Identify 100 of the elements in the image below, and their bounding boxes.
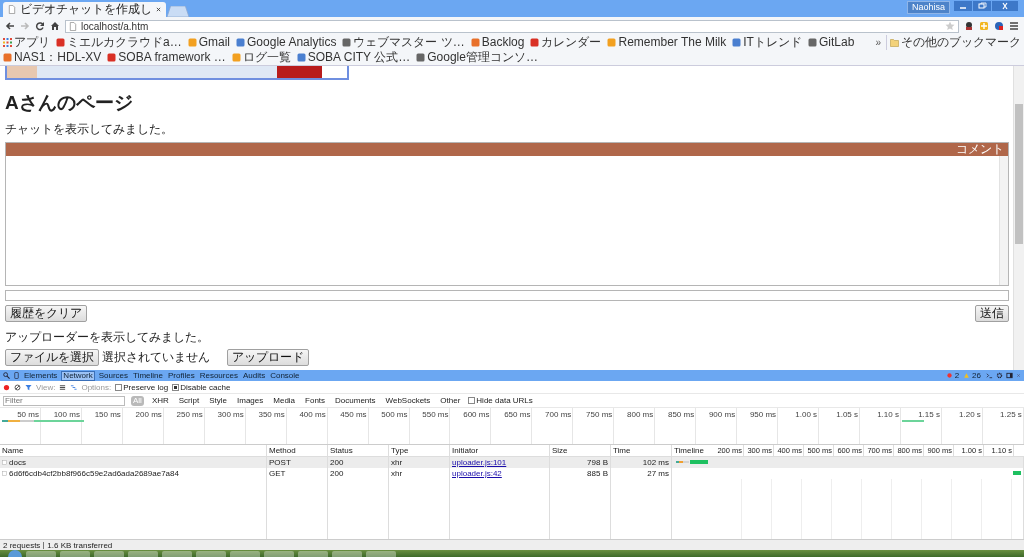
reload-icon[interactable] xyxy=(35,21,45,31)
profile-badge[interactable]: Naohisa xyxy=(906,1,950,14)
forward-icon[interactable] xyxy=(20,21,30,31)
bookmark[interactable]: Remember The Milk xyxy=(607,35,727,50)
dock-icon[interactable] xyxy=(1006,372,1013,379)
bookmark[interactable]: ITトレンド xyxy=(732,35,802,50)
option-checkbox[interactable]: Disable cache xyxy=(172,382,231,392)
bookmark[interactable]: Backlog xyxy=(470,35,525,50)
table-cell: xhr xyxy=(389,468,450,479)
console-prompt-icon[interactable] xyxy=(986,372,993,379)
column-header[interactable]: Timeline xyxy=(672,445,714,456)
address-field[interactable]: localhost/a.htm xyxy=(65,19,959,33)
favicon-icon xyxy=(470,38,480,47)
option-checkbox[interactable]: Preserve log xyxy=(115,382,169,392)
devtools-tab[interactable]: Elements xyxy=(23,370,59,381)
type-filter-button[interactable]: Script xyxy=(176,395,202,406)
warning-count[interactable]: 26 xyxy=(972,371,981,380)
type-filter-button[interactable]: Images xyxy=(235,395,266,406)
favicon-icon xyxy=(3,53,12,62)
clear-icon[interactable] xyxy=(14,383,21,391)
bookmark[interactable]: ログ一覧 xyxy=(231,50,291,65)
column-header[interactable]: Type xyxy=(389,445,450,456)
start-button[interactable] xyxy=(8,550,22,557)
initiator-link[interactable]: uploader.js:101 xyxy=(452,457,507,468)
hide-data-urls-checkbox[interactable]: Hide data URLs xyxy=(468,396,533,405)
browser-tab[interactable]: ビデオチャットを作成し xyxy=(3,2,166,17)
type-filter-button[interactable]: Other xyxy=(438,395,463,406)
home-icon[interactable] xyxy=(50,21,60,31)
more-bookmarks-button[interactable]: » xyxy=(870,35,886,50)
devtools-tab[interactable]: Network xyxy=(61,370,95,381)
clear-history-button[interactable]: 履歴をクリア xyxy=(5,305,87,322)
favicon-icon xyxy=(416,53,426,62)
devtools-tab[interactable]: Timeline xyxy=(132,370,164,381)
close-icon[interactable] xyxy=(992,0,1018,12)
type-filter-button[interactable]: Media xyxy=(271,395,298,406)
error-count[interactable]: 2 xyxy=(954,371,960,380)
column-header[interactable]: Time xyxy=(611,445,672,456)
devtools-tab[interactable]: Sources xyxy=(97,370,130,381)
bookmark[interactable]: GitLab xyxy=(807,35,855,50)
bookmark[interactable]: ミエルカクラウドa… xyxy=(56,35,182,50)
search-icon[interactable] xyxy=(3,372,10,379)
column-header[interactable]: Name xyxy=(0,445,267,456)
devtools-tab[interactable]: Audits xyxy=(241,370,267,381)
bookmark[interactable]: Gmail xyxy=(187,35,231,50)
bookmark[interactable]: Google Analytics xyxy=(236,35,337,50)
minimize-icon[interactable] xyxy=(954,0,972,12)
bookmark[interactable]: SOBA CITY 公式… xyxy=(296,50,411,65)
initiator-link[interactable]: uploader.js:42 xyxy=(452,468,502,479)
bookmark[interactable]: Google管理コンソ… xyxy=(416,50,538,65)
bookmark[interactable]: ウェブマスター ツ… xyxy=(342,35,465,50)
devtools-tab[interactable]: Profiles xyxy=(167,370,196,381)
back-icon[interactable] xyxy=(5,21,15,31)
upload-button[interactable]: アップロード xyxy=(227,349,309,366)
type-filter-button[interactable]: WebSockets xyxy=(383,395,433,406)
waterfall-icon[interactable] xyxy=(70,383,78,391)
column-header[interactable]: Status xyxy=(328,445,389,456)
filter-field[interactable]: Filter xyxy=(3,395,125,406)
type-filter-button[interactable]: XHR xyxy=(149,395,171,406)
scrollbar[interactable] xyxy=(1013,66,1024,370)
banner-image-placeholder[interactable] xyxy=(5,66,349,80)
bookmark[interactable]: アプリ xyxy=(3,35,50,50)
bookmark[interactable]: NAS1：HDL-XV xyxy=(3,50,102,65)
chat-input-field[interactable] xyxy=(5,290,1009,301)
settings-icon[interactable] xyxy=(996,372,1003,379)
file-status-text: 選択されていません xyxy=(102,349,210,366)
scrollbar[interactable] xyxy=(999,156,1008,285)
restore-icon[interactable] xyxy=(973,0,991,12)
column-header[interactable]: Initiator xyxy=(450,445,550,456)
star-icon[interactable] xyxy=(945,21,955,31)
new-tab-button[interactable] xyxy=(167,6,189,17)
bookmark[interactable]: SOBA framework … xyxy=(107,50,226,65)
record-icon[interactable] xyxy=(3,383,10,391)
time-tick-label: 100 ms xyxy=(53,410,80,419)
waterfall-bar-drawing xyxy=(676,460,708,464)
send-button[interactable]: 送信 xyxy=(975,305,1009,322)
list-view-icon[interactable] xyxy=(59,383,67,391)
error-icon xyxy=(946,373,952,378)
column-header[interactable]: Size xyxy=(550,445,611,456)
bookmark[interactable]: カレンダー xyxy=(530,35,602,50)
devtools-tab[interactable]: Resources xyxy=(198,370,239,381)
menu-icon[interactable] xyxy=(1009,21,1019,31)
type-filter-button[interactable]: Style xyxy=(207,395,230,406)
column-header[interactable]: Method xyxy=(267,445,328,456)
extension-icon[interactable] xyxy=(964,21,974,31)
devtools-tab[interactable]: Console xyxy=(269,370,301,381)
choose-file-button[interactable]: ファイルを選択 xyxy=(5,349,99,366)
file-icon xyxy=(2,460,7,465)
extension-icon[interactable] xyxy=(994,21,1004,31)
request-name: docs xyxy=(9,457,26,468)
filter-icon[interactable] xyxy=(25,383,32,391)
type-filter-button[interactable]: Documents xyxy=(333,395,378,406)
request-row[interactable]: 6d6f6cdb4cf2bb8f966c59e2ad6ada2689ae7a84 GET 200 xhr uploader.js:42 885 B 27 ms xyxy=(0,468,1024,479)
close-icon[interactable] xyxy=(156,7,161,12)
favicon-icon xyxy=(296,53,306,62)
request-row[interactable]: docs POST 200 xhr uploader.js:101 798 B 102 ms xyxy=(0,457,1024,468)
type-filter-button[interactable]: Fonts xyxy=(303,395,328,406)
device-icon[interactable] xyxy=(13,372,20,379)
warning-icon xyxy=(964,373,970,378)
other-bookmarks-folder[interactable]: その他のブックマーク xyxy=(886,35,1021,50)
time-tick-label: 850 ms xyxy=(667,410,695,419)
